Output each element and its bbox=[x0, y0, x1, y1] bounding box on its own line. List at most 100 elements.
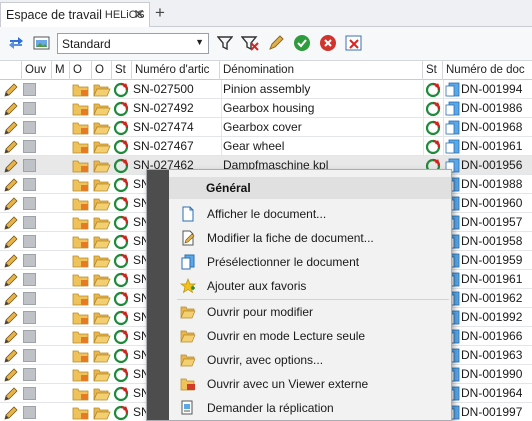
pencil-icon[interactable] bbox=[3, 158, 19, 173]
pencil-icon[interactable] bbox=[3, 253, 19, 268]
clear-filter-icon[interactable] bbox=[240, 33, 260, 53]
ouv-checkbox[interactable] bbox=[23, 349, 36, 362]
ouv-checkbox[interactable] bbox=[23, 387, 36, 400]
ouv-checkbox[interactable] bbox=[23, 159, 36, 172]
col-st2-header[interactable]: St bbox=[423, 61, 443, 80]
col-m-header[interactable]: M bbox=[52, 61, 70, 80]
add-tab-icon[interactable]: + bbox=[155, 4, 165, 22]
folder-open-icon bbox=[93, 348, 111, 363]
status-cycle-icon bbox=[113, 405, 129, 421]
ouv-checkbox[interactable] bbox=[23, 330, 36, 343]
table-row[interactable]: SN-027467 Gear wheel DN-001961 bbox=[0, 137, 532, 156]
ouv-checkbox[interactable] bbox=[23, 406, 36, 419]
col-ouv-header[interactable]: Ouv bbox=[22, 61, 52, 80]
document-number: DN-001992 bbox=[461, 310, 523, 324]
menu-item-ouvrir-avec-un-viewer-externe[interactable]: Ouvrir avec un Viewer externe bbox=[169, 372, 451, 396]
ouv-checkbox[interactable] bbox=[23, 83, 36, 96]
menu-item-modifier-la-fiche-de-document[interactable]: Modifier la fiche de document... bbox=[169, 226, 451, 250]
document-icon bbox=[180, 206, 196, 222]
ouv-checkbox[interactable] bbox=[23, 102, 36, 115]
pencil-icon[interactable] bbox=[3, 291, 19, 306]
folder-lock-icon bbox=[72, 215, 90, 230]
ouv-checkbox[interactable] bbox=[23, 311, 36, 324]
document-icon bbox=[445, 82, 461, 97]
pencil-icon[interactable] bbox=[3, 367, 19, 382]
menu-item-ouvrir-pour-modifier[interactable]: Ouvrir pour modifier bbox=[169, 300, 451, 324]
ouv-checkbox[interactable] bbox=[23, 273, 36, 286]
ouv-checkbox[interactable] bbox=[23, 254, 36, 267]
menu-item-ouvrir-avec-options[interactable]: Ouvrir, avec options... bbox=[169, 348, 451, 372]
folder-lock-icon bbox=[72, 139, 90, 154]
col-o2-header[interactable]: O bbox=[92, 61, 112, 80]
status-cycle-icon bbox=[113, 367, 129, 383]
folder-lock-icon bbox=[72, 348, 90, 363]
menu-item-ouvrir-en-mode-lecture-seule[interactable]: Ouvrir en mode Lecture seule bbox=[169, 324, 451, 348]
table-row[interactable]: SN-027492 Gearbox housing DN-001986 bbox=[0, 99, 532, 118]
approve-check-icon[interactable] bbox=[292, 33, 312, 53]
table-row[interactable]: SN-027500 Pinion assembly DN-001994 bbox=[0, 80, 532, 99]
pencil-icon[interactable] bbox=[3, 139, 19, 154]
delete-window-icon[interactable] bbox=[344, 33, 364, 53]
document-number: DN-001994 bbox=[461, 82, 523, 96]
ouv-checkbox[interactable] bbox=[23, 140, 36, 153]
folder-viewer-icon bbox=[180, 376, 196, 392]
reject-cross-icon[interactable] bbox=[318, 33, 338, 53]
menu-item-demander-la-replication[interactable]: Demander la réplication bbox=[169, 396, 451, 420]
status-cycle-icon bbox=[425, 82, 441, 98]
pencil-icon[interactable] bbox=[3, 196, 19, 211]
tab-workspace[interactable]: Espace de travail HELiOS ✕ bbox=[0, 2, 150, 27]
pencil-icon[interactable] bbox=[3, 82, 19, 97]
document-number: DN-001997 bbox=[461, 405, 523, 419]
ouv-checkbox[interactable] bbox=[23, 292, 36, 305]
table-row[interactable]: SN-027474 Gearbox cover DN-001968 bbox=[0, 118, 532, 137]
col-o1-header[interactable]: O bbox=[70, 61, 92, 80]
refresh-arrows-icon[interactable] bbox=[6, 33, 26, 53]
folder-open-icon bbox=[93, 291, 111, 306]
pencil-icon[interactable] bbox=[3, 101, 19, 116]
document-number: DN-001964 bbox=[461, 386, 523, 400]
favorite-star-icon bbox=[179, 278, 197, 294]
col-docnum-header[interactable]: Numéro de doc bbox=[443, 61, 532, 80]
filter-icon[interactable] bbox=[215, 33, 235, 53]
view-select[interactable]: Standard ▼ bbox=[57, 33, 209, 54]
col-edit-header[interactable] bbox=[0, 61, 22, 80]
menu-item-afficher-le-document[interactable]: Afficher le document... bbox=[169, 202, 451, 226]
menu-item-ajouter-aux-favoris[interactable]: Ajouter aux favoris bbox=[169, 274, 451, 298]
status-cycle-icon bbox=[113, 310, 129, 326]
folder-open-icon bbox=[93, 253, 111, 268]
menu-separator bbox=[177, 299, 449, 300]
folder-open-icon bbox=[93, 158, 111, 173]
pencil-icon[interactable] bbox=[3, 310, 19, 325]
folder-open-icon bbox=[180, 304, 196, 320]
col-numero-header[interactable]: Numéro d'artic bbox=[132, 61, 220, 80]
col-st-header[interactable]: St bbox=[112, 61, 132, 80]
pencil-icon[interactable] bbox=[3, 348, 19, 363]
ouv-checkbox[interactable] bbox=[23, 178, 36, 191]
document-number: DN-001956 bbox=[461, 158, 523, 172]
pencil-icon[interactable] bbox=[3, 272, 19, 287]
menu-item-preselectionner-le-document[interactable]: Présélectionner le document bbox=[169, 250, 451, 274]
col-denomination-header[interactable]: Dénomination bbox=[220, 61, 423, 80]
status-cycle-icon bbox=[113, 120, 129, 136]
pencil-icon[interactable] bbox=[3, 120, 19, 135]
folder-open-icon bbox=[93, 120, 111, 135]
ouv-checkbox[interactable] bbox=[23, 235, 36, 248]
pencil-icon[interactable] bbox=[3, 386, 19, 401]
menu-item-label: Présélectionner le document bbox=[207, 255, 360, 269]
pencil-icon[interactable] bbox=[3, 215, 19, 230]
view-settings-icon[interactable] bbox=[32, 33, 52, 53]
ouv-checkbox[interactable] bbox=[23, 197, 36, 210]
ouv-checkbox[interactable] bbox=[23, 368, 36, 381]
close-tab-icon[interactable]: ✕ bbox=[133, 6, 145, 22]
pencil-icon[interactable] bbox=[3, 329, 19, 344]
pencil-icon[interactable] bbox=[3, 234, 19, 249]
folder-lock-icon bbox=[72, 234, 90, 249]
folder-open-icon bbox=[93, 329, 111, 344]
pencil-icon[interactable] bbox=[266, 33, 286, 53]
ouv-checkbox[interactable] bbox=[23, 121, 36, 134]
folder-open-icon bbox=[93, 101, 111, 116]
pencil-icon[interactable] bbox=[3, 177, 19, 192]
view-select-value: Standard bbox=[62, 36, 111, 51]
pencil-icon[interactable] bbox=[3, 405, 19, 420]
ouv-checkbox[interactable] bbox=[23, 216, 36, 229]
